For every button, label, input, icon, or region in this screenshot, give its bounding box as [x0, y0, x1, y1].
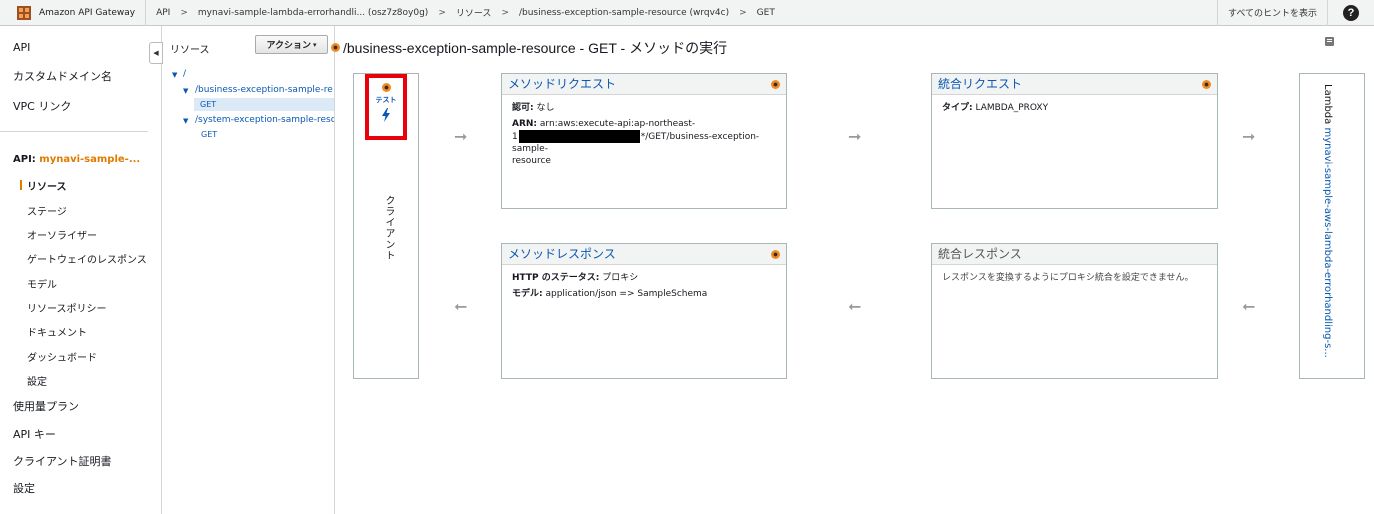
breadcrumb-api[interactable]: API [156, 8, 170, 18]
page-title: /business-exception-sample-resource - GE… [343, 40, 728, 56]
breadcrumb-separator: > [501, 7, 509, 18]
breadcrumb-resource[interactable]: /business-exception-sample-resource (wrq… [519, 8, 729, 18]
arn-value-line2a: 1 [512, 132, 518, 142]
arrow-right-icon: ➞ [1242, 127, 1256, 146]
client-label: クライアント [383, 195, 394, 261]
arrow-right-icon: ➞ [454, 127, 468, 146]
method-request-title-link[interactable]: メソッドリクエスト [502, 74, 786, 95]
breadcrumb-api-name[interactable]: mynavi-sample-lambda-errorhandli... (osz… [198, 8, 428, 18]
tree-method-get[interactable]: GET [201, 130, 217, 139]
expand-caret-icon[interactable]: ▼ [183, 117, 188, 125]
nav-resources[interactable]: リソース [27, 178, 67, 193]
show-all-hints-button[interactable]: すべてのヒントを表示 [1216, 0, 1328, 26]
chevron-left-icon: ◀ [153, 49, 159, 57]
hint-icon [381, 83, 391, 92]
tree-root[interactable]: / [183, 69, 186, 79]
tree-method-get-selected[interactable]: GET [194, 98, 334, 111]
auth-label: 認可: [512, 103, 534, 113]
breadcrumb-separator: > [438, 7, 446, 18]
method-response-box: メソッドレスポンス HTTP のステータス: プロキシ モデル: applica… [501, 243, 787, 379]
breadcrumb: API > mynavi-sample-lambda-errorhandli..… [146, 6, 1217, 20]
method-request-title: メソッドリクエスト [508, 77, 617, 91]
hint-icon[interactable] [771, 80, 780, 89]
integration-response-box: 統合レスポンス レスポンスを変換するようにプロキシ統合を設定できません。 [931, 243, 1218, 379]
api-gateway-logo-icon [16, 5, 32, 21]
nav-custom-domain[interactable]: カスタムドメイン名 [13, 68, 112, 84]
help-button[interactable]: ? [1328, 0, 1374, 26]
model-value: application/json => SampleSchema [545, 289, 708, 299]
arrow-left-icon: ➞ [454, 297, 468, 316]
left-navigation: API カスタムドメイン名 VPC リンク API: mynavi-sample… [0, 26, 162, 514]
nav-documentation[interactable]: ドキュメント [27, 324, 87, 339]
model-label: モデル: [512, 289, 543, 299]
status-label: HTTP のステータス: [512, 273, 600, 283]
breadcrumb-resources[interactable]: リソース [456, 6, 492, 19]
type-value: LAMBDA_PROXY [975, 103, 1049, 113]
nav-settings[interactable]: 設定 [13, 480, 35, 496]
nav-api[interactable]: API [13, 41, 30, 54]
resource-tree-title: リソース [170, 45, 210, 56]
arn-value-line3: resource [512, 156, 551, 166]
nav-api-keys[interactable]: API キー [13, 426, 56, 442]
brand-label: Amazon API Gateway [39, 7, 136, 18]
integration-request-title-link[interactable]: 統合リクエスト [932, 74, 1217, 95]
nav-dashboard[interactable]: ダッシュボード [27, 349, 97, 364]
help-icon: ? [1343, 4, 1359, 21]
arn-label: ARN: [512, 119, 538, 129]
breadcrumb-separator: > [739, 7, 747, 18]
arn-value-line1: arn:aws:execute-api:ap-northeast- [539, 119, 696, 129]
type-label: タイプ: [942, 103, 973, 113]
nav-api-settings[interactable]: 設定 [27, 373, 47, 388]
test-button[interactable]: テスト [365, 74, 407, 140]
lambda-label: Lambda mynavi-sample-aws-lambda-errorhan… [1322, 84, 1333, 369]
nav-usage-plans[interactable]: 使用量プラン [13, 398, 79, 414]
tree-resource-business[interactable]: /business-exception-sample-re [195, 85, 333, 95]
integration-request-title: 統合リクエスト [938, 77, 1023, 91]
arrow-right-icon: ➞ [848, 127, 862, 146]
auth-value: なし [536, 103, 555, 113]
method-response-title: メソッドレスポンス [508, 247, 616, 261]
method-response-title-link[interactable]: メソッドレスポンス [502, 244, 786, 265]
integration-response-message: レスポンスを変換するようにプロキシ統合を設定できません。 [942, 273, 1194, 283]
nav-authorizers[interactable]: オーソライザー [27, 227, 97, 242]
top-bar: Amazon API Gateway API > mynavi-sample-l… [0, 0, 1374, 26]
service-home-link[interactable]: Amazon API Gateway [0, 0, 147, 26]
collapse-nav-button[interactable]: ◀ [149, 42, 163, 64]
status-value: プロキシ [602, 273, 639, 283]
nav-divider [0, 131, 148, 132]
redacted-block [518, 130, 640, 143]
documentation-book-icon[interactable] [1324, 36, 1336, 47]
nav-gateway-responses[interactable]: ゲートウェイのレスポンス [27, 251, 147, 266]
nav-client-certificates[interactable]: クライアント証明書 [13, 453, 112, 469]
nav-api-name: mynavi-sample-... [39, 154, 141, 165]
active-indicator [20, 180, 22, 190]
breadcrumb-separator: > [180, 7, 188, 18]
resource-tree-panel: リソース アクション ▾ ▼ / ▼ /business-exception-sa… [163, 26, 335, 514]
nav-resource-policy[interactable]: リソースポリシー [27, 300, 107, 315]
nav-api-header[interactable]: API: mynavi-sample-... [13, 154, 140, 165]
actions-dropdown[interactable]: アクション ▾ [255, 35, 328, 54]
nav-vpc-link[interactable]: VPC リンク [13, 98, 71, 114]
lightning-bolt-icon [382, 108, 390, 122]
lambda-prefix: Lambda [1322, 84, 1333, 128]
hint-icon[interactable] [771, 250, 780, 259]
test-label: テスト [375, 96, 397, 104]
nav-models[interactable]: モデル [27, 276, 57, 291]
nav-api-prefix: API: [13, 154, 40, 165]
caret-down-icon: ▾ [313, 40, 317, 49]
arrow-left-icon: ➞ [848, 297, 862, 316]
tree-resource-system[interactable]: /system-exception-sample-reso [195, 115, 334, 125]
integration-request-box: 統合リクエスト タイプ: LAMBDA_PROXY [931, 73, 1218, 209]
nav-stages[interactable]: ステージ [27, 203, 67, 218]
integration-response-title: 統合レスポンス [932, 244, 1217, 265]
arrow-left-icon: ➞ [1242, 297, 1256, 316]
hint-icon[interactable] [331, 43, 340, 52]
hint-icon[interactable] [1202, 80, 1211, 89]
actions-label: アクション [266, 41, 312, 51]
expand-caret-icon[interactable]: ▼ [183, 87, 188, 95]
breadcrumb-method: GET [756, 7, 775, 18]
expand-caret-icon[interactable]: ▼ [172, 71, 177, 79]
method-request-box: メソッドリクエスト 認可: なし ARN: arn:aws:execute-ap… [501, 73, 787, 209]
lambda-function-link[interactable]: mynavi-sample-aws-lambda-errorhandling-s… [1322, 127, 1333, 357]
